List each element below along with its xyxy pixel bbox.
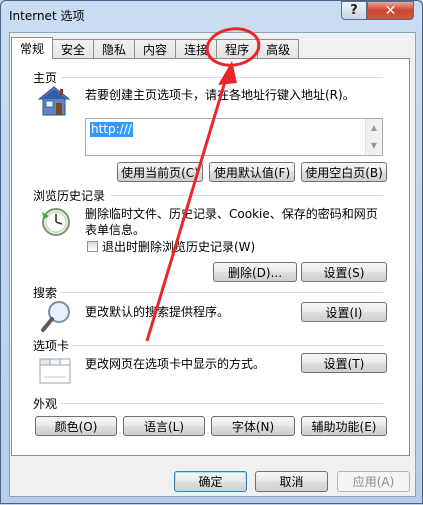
- annotation-arrow-line: [145, 74, 229, 342]
- annotation-circle: [205, 27, 261, 67]
- tab-general[interactable]: 常规: [11, 37, 54, 59]
- annotation-overlay: [145, 27, 261, 342]
- internet-options-window: Internet 选项 ? ✕ 常规 安全 隐私 内容 连接 程序 高级 主页 …: [0, 0, 423, 504]
